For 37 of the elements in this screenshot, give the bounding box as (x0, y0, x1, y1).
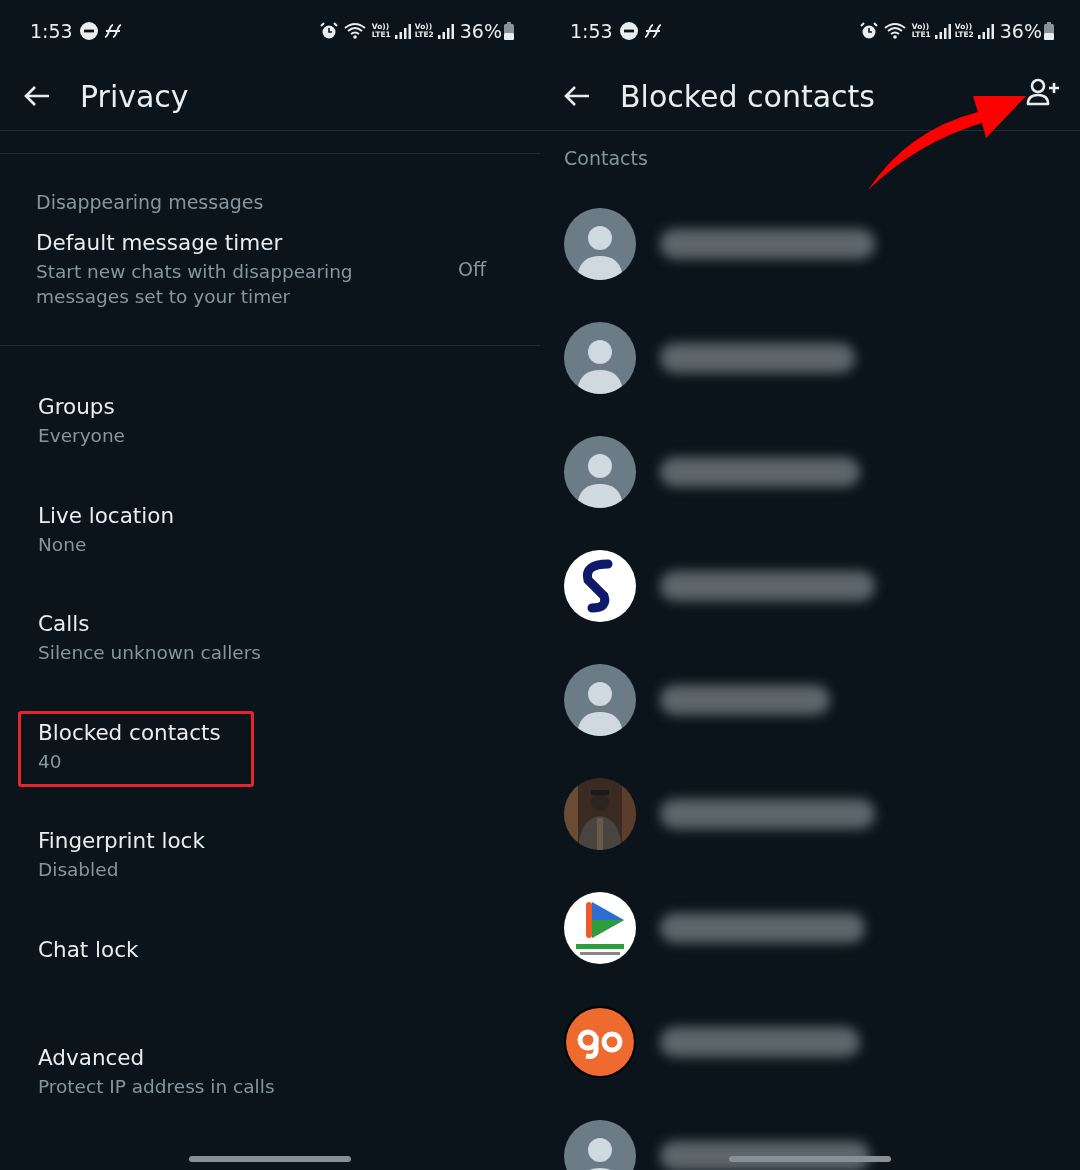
timer-setting[interactable]: Default message timer Start new chats with disappearing messages set to your timer Off (0, 213, 540, 309)
avatar (564, 664, 636, 736)
battery-percent: 36% (459, 20, 502, 42)
do-not-disturb-icon (618, 21, 639, 41)
wifi-icon (343, 22, 368, 40)
section-label: Disappearing messages (35, 191, 265, 213)
screen-title: Privacy (80, 78, 189, 114)
back-arrow-icon[interactable] (24, 85, 50, 107)
link-icon (642, 22, 663, 40)
setting-item[interactable]: Chat lock (18, 927, 172, 978)
avatar (564, 436, 636, 508)
alarm-icon (319, 22, 338, 40)
signal-icon (437, 23, 454, 39)
avatar (564, 322, 636, 394)
do-not-disturb-icon (78, 21, 99, 41)
setting-item[interactable]: Advanced Protect IP address in calls (18, 1036, 308, 1112)
battery-percent: 36% (999, 20, 1042, 42)
signal-icon (934, 23, 951, 39)
status-time: 1:53 (30, 20, 73, 42)
signal-icon (977, 23, 994, 39)
alarm-icon (859, 22, 878, 40)
battery-icon (504, 22, 514, 40)
signal-icon (394, 23, 411, 39)
setting-item[interactable]: Blocked contacts 40 (18, 710, 254, 787)
back-arrow-icon[interactable] (564, 85, 590, 107)
setting-item[interactable]: Groups Everyone (18, 385, 158, 461)
screen-title: Blocked contacts (620, 78, 875, 114)
status-time: 1:53 (570, 20, 613, 42)
battery-icon (1044, 22, 1054, 40)
section-label: Contacts (563, 147, 649, 169)
wifi-icon (883, 22, 908, 40)
setting-item[interactable]: Live location None (18, 493, 208, 570)
add-contact-icon[interactable] (1026, 78, 1060, 106)
link-icon (102, 22, 123, 40)
setting-item[interactable]: Calls Silence unknown callers (18, 602, 294, 678)
avatar (564, 208, 636, 280)
setting-item[interactable]: Fingerprint lock Disabled (18, 819, 238, 895)
